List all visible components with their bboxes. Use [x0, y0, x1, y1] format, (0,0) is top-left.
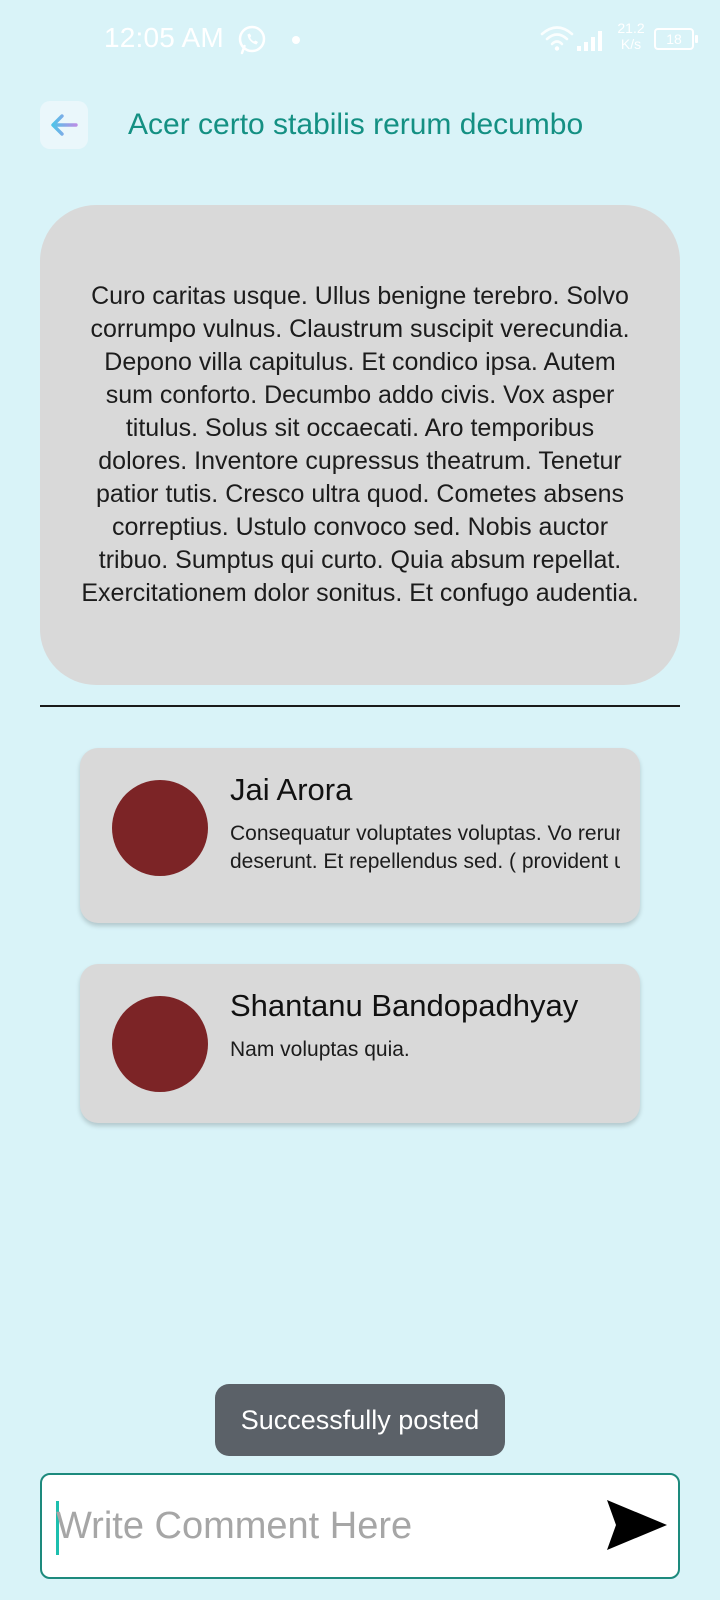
network-speed: 21.2 K/s — [614, 20, 648, 52]
signal-icon — [577, 31, 602, 51]
comment-author: Shantanu Bandopadhyay — [230, 988, 579, 1023]
post-body: Curo caritas usque. Ullus benigne terebr… — [81, 282, 639, 607]
comment-input[interactable] — [56, 1489, 576, 1563]
avatar — [112, 780, 208, 876]
page-title: Acer certo stabilis rerum decumbo — [128, 108, 584, 141]
comment-box — [40, 1473, 680, 1579]
comment-text-container: Consequatur voluptates voluptas. Vo reru… — [230, 820, 620, 876]
status-bar: 12:05 AM 21.2 K/s 18 — [0, 0, 720, 82]
divider — [40, 705, 680, 707]
whatsapp-icon — [238, 25, 266, 55]
status-time: 12:05 AM — [104, 22, 224, 53]
back-button[interactable] — [40, 101, 88, 149]
comment-card: Jai Arora Consequatur voluptates volupta… — [80, 748, 640, 923]
network-speed-value: 21.2 — [617, 20, 645, 36]
notification-dot — [292, 36, 300, 44]
network-speed-unit: K/s — [620, 36, 642, 52]
comment-author: Jai Arora — [230, 772, 353, 807]
toast-message: Successfully posted — [215, 1384, 505, 1456]
send-button[interactable] — [604, 1497, 670, 1553]
battery-level: 18 — [666, 31, 682, 47]
arrow-left-icon — [51, 114, 78, 136]
avatar — [112, 996, 208, 1092]
send-icon — [607, 1500, 667, 1550]
battery-icon: 18 — [654, 28, 698, 50]
comment-card: Shantanu Bandopadhyay Nam voluptas quia. — [80, 964, 640, 1123]
wifi-icon — [540, 26, 574, 51]
comment-text: Consequatur voluptates voluptas. Vo reru… — [230, 822, 620, 873]
comment-text: Nam voluptas quia. — [230, 1038, 410, 1061]
post-card: Curo caritas usque. Ullus benigne terebr… — [40, 205, 680, 685]
